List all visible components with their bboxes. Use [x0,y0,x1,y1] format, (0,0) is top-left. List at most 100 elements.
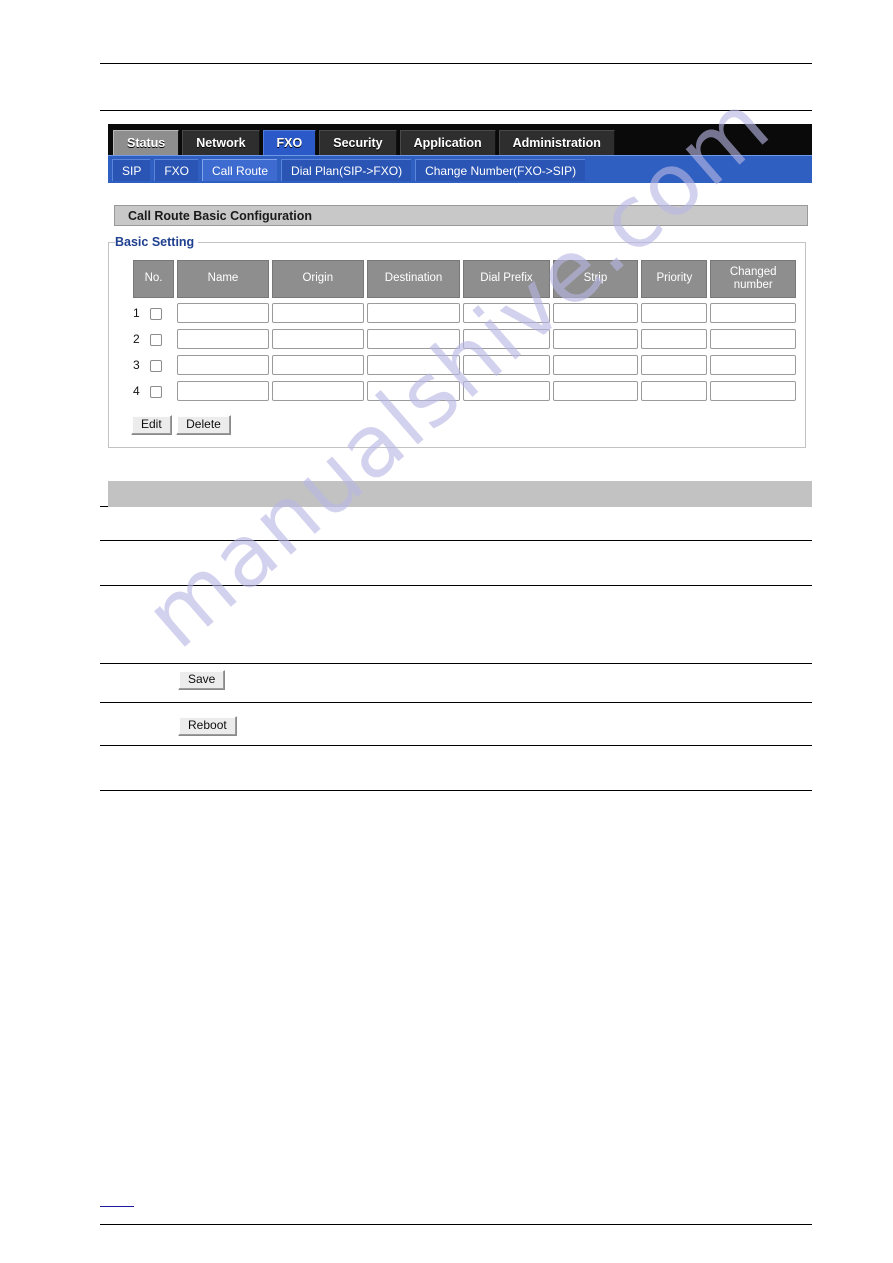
input-strip[interactable] [552,354,639,375]
page-rule-5 [100,702,812,703]
row-select-checkbox[interactable] [150,307,162,320]
page-rule-3 [100,585,812,586]
tab-security[interactable]: Security [319,130,397,155]
row-select-checkbox[interactable] [150,359,162,372]
reboot-button[interactable]: Reboot [178,716,237,736]
subtab-change-number[interactable]: Change Number(FXO->SIP) [415,158,586,181]
input-destination[interactable] [366,380,461,401]
col-header-dial-prefix: Dial Prefix [463,260,550,298]
input-dial-prefix[interactable] [463,354,550,375]
cell-destination [366,353,461,376]
panel-title: Call Route Basic Configuration [114,205,808,226]
row-select-checkbox[interactable] [150,333,162,346]
tab-network[interactable]: Network [182,130,260,155]
subtab-fxo[interactable]: FXO [154,158,199,181]
basic-setting-legend: Basic Setting [115,235,195,249]
cell-strip [552,379,639,402]
footer-link-rule[interactable] [100,1206,134,1207]
input-name[interactable] [177,380,269,401]
cell-priority [641,327,708,350]
col-header-origin: Origin [271,260,364,298]
page-rule-7 [100,790,812,791]
input-dial-prefix[interactable] [463,328,550,349]
cell-dial-prefix [463,301,550,324]
page-rule-2 [100,540,812,541]
cell-name [177,327,269,350]
input-priority[interactable] [641,328,708,349]
page-rule-4 [100,663,812,664]
cell-name [177,353,269,376]
row-select-checkbox[interactable] [150,385,162,398]
subtab-call-route[interactable]: Call Route [202,158,278,181]
subtab-dial-plan[interactable]: Dial Plan(SIP->FXO) [281,158,412,181]
input-destination[interactable] [366,354,461,375]
cell-origin [271,327,364,350]
input-name[interactable] [177,354,269,375]
panel-button-row: Edit Delete [131,415,799,435]
page-rule-6 [100,745,812,746]
cell-changed-number [710,301,796,324]
row-number: 2 [133,331,140,346]
input-name[interactable] [177,302,269,323]
sub-tab-bar: SIP FXO Call Route Dial Plan(SIP->FXO) C… [108,155,812,183]
cell-changed-number [710,353,796,376]
table-row: 2 [133,327,796,350]
input-dial-prefix[interactable] [463,302,550,323]
tab-fxo[interactable]: FXO [262,130,317,155]
input-strip[interactable] [552,328,639,349]
tab-application[interactable]: Application [399,130,496,155]
input-priority[interactable] [641,302,708,323]
basic-setting-fieldset: Basic Setting No. Name Origin Destinatio… [108,235,806,448]
table-header-row: No. Name Origin Destination Dial Prefix … [133,260,796,298]
col-header-strip: Strip [552,260,639,298]
cell-priority [641,353,708,376]
input-origin[interactable] [271,302,364,323]
row-number-cell: 1 [133,301,174,324]
input-strip[interactable] [552,380,639,401]
delete-button[interactable]: Delete [176,415,231,435]
input-changed-number[interactable] [710,354,796,375]
row-number-cell: 4 [133,379,174,402]
input-dial-prefix[interactable] [463,380,550,401]
col-header-changed-number: Changed number [710,260,796,298]
input-priority[interactable] [641,380,708,401]
content-panel: Call Route Basic Configuration Basic Set… [108,183,812,448]
input-changed-number[interactable] [710,328,796,349]
row-number: 1 [133,305,140,320]
subtab-sip[interactable]: SIP [112,158,151,181]
cell-destination [366,301,461,324]
input-changed-number[interactable] [710,380,796,401]
input-origin[interactable] [271,380,364,401]
cell-origin [271,301,364,324]
col-header-no: No. [133,260,175,298]
edit-button[interactable]: Edit [131,415,172,435]
input-priority[interactable] [641,354,708,375]
tab-status[interactable]: Status [113,130,180,155]
cell-dial-prefix [463,353,550,376]
save-button[interactable]: Save [178,670,226,690]
cell-changed-number [710,327,796,350]
row-number-cell: 3 [133,353,174,376]
section-grey-band [108,481,812,507]
input-strip[interactable] [552,302,639,323]
page-rule-bottom [100,1224,812,1225]
cell-priority [641,301,708,324]
cell-strip [552,301,639,324]
row-number-cell: 2 [133,327,174,350]
row-number: 4 [133,383,140,398]
input-origin[interactable] [271,354,364,375]
cell-dial-prefix [463,327,550,350]
cell-origin [271,353,364,376]
primary-tab-bar: Status Network FXO Security Application … [108,124,812,155]
page-rule-header-bottom [100,110,812,111]
input-destination[interactable] [366,302,461,323]
tab-administration[interactable]: Administration [498,130,615,155]
cell-strip [552,353,639,376]
input-destination[interactable] [366,328,461,349]
col-header-priority: Priority [641,260,708,298]
input-name[interactable] [177,328,269,349]
col-header-destination: Destination [366,260,461,298]
input-origin[interactable] [271,328,364,349]
cell-strip [552,327,639,350]
input-changed-number[interactable] [710,302,796,323]
